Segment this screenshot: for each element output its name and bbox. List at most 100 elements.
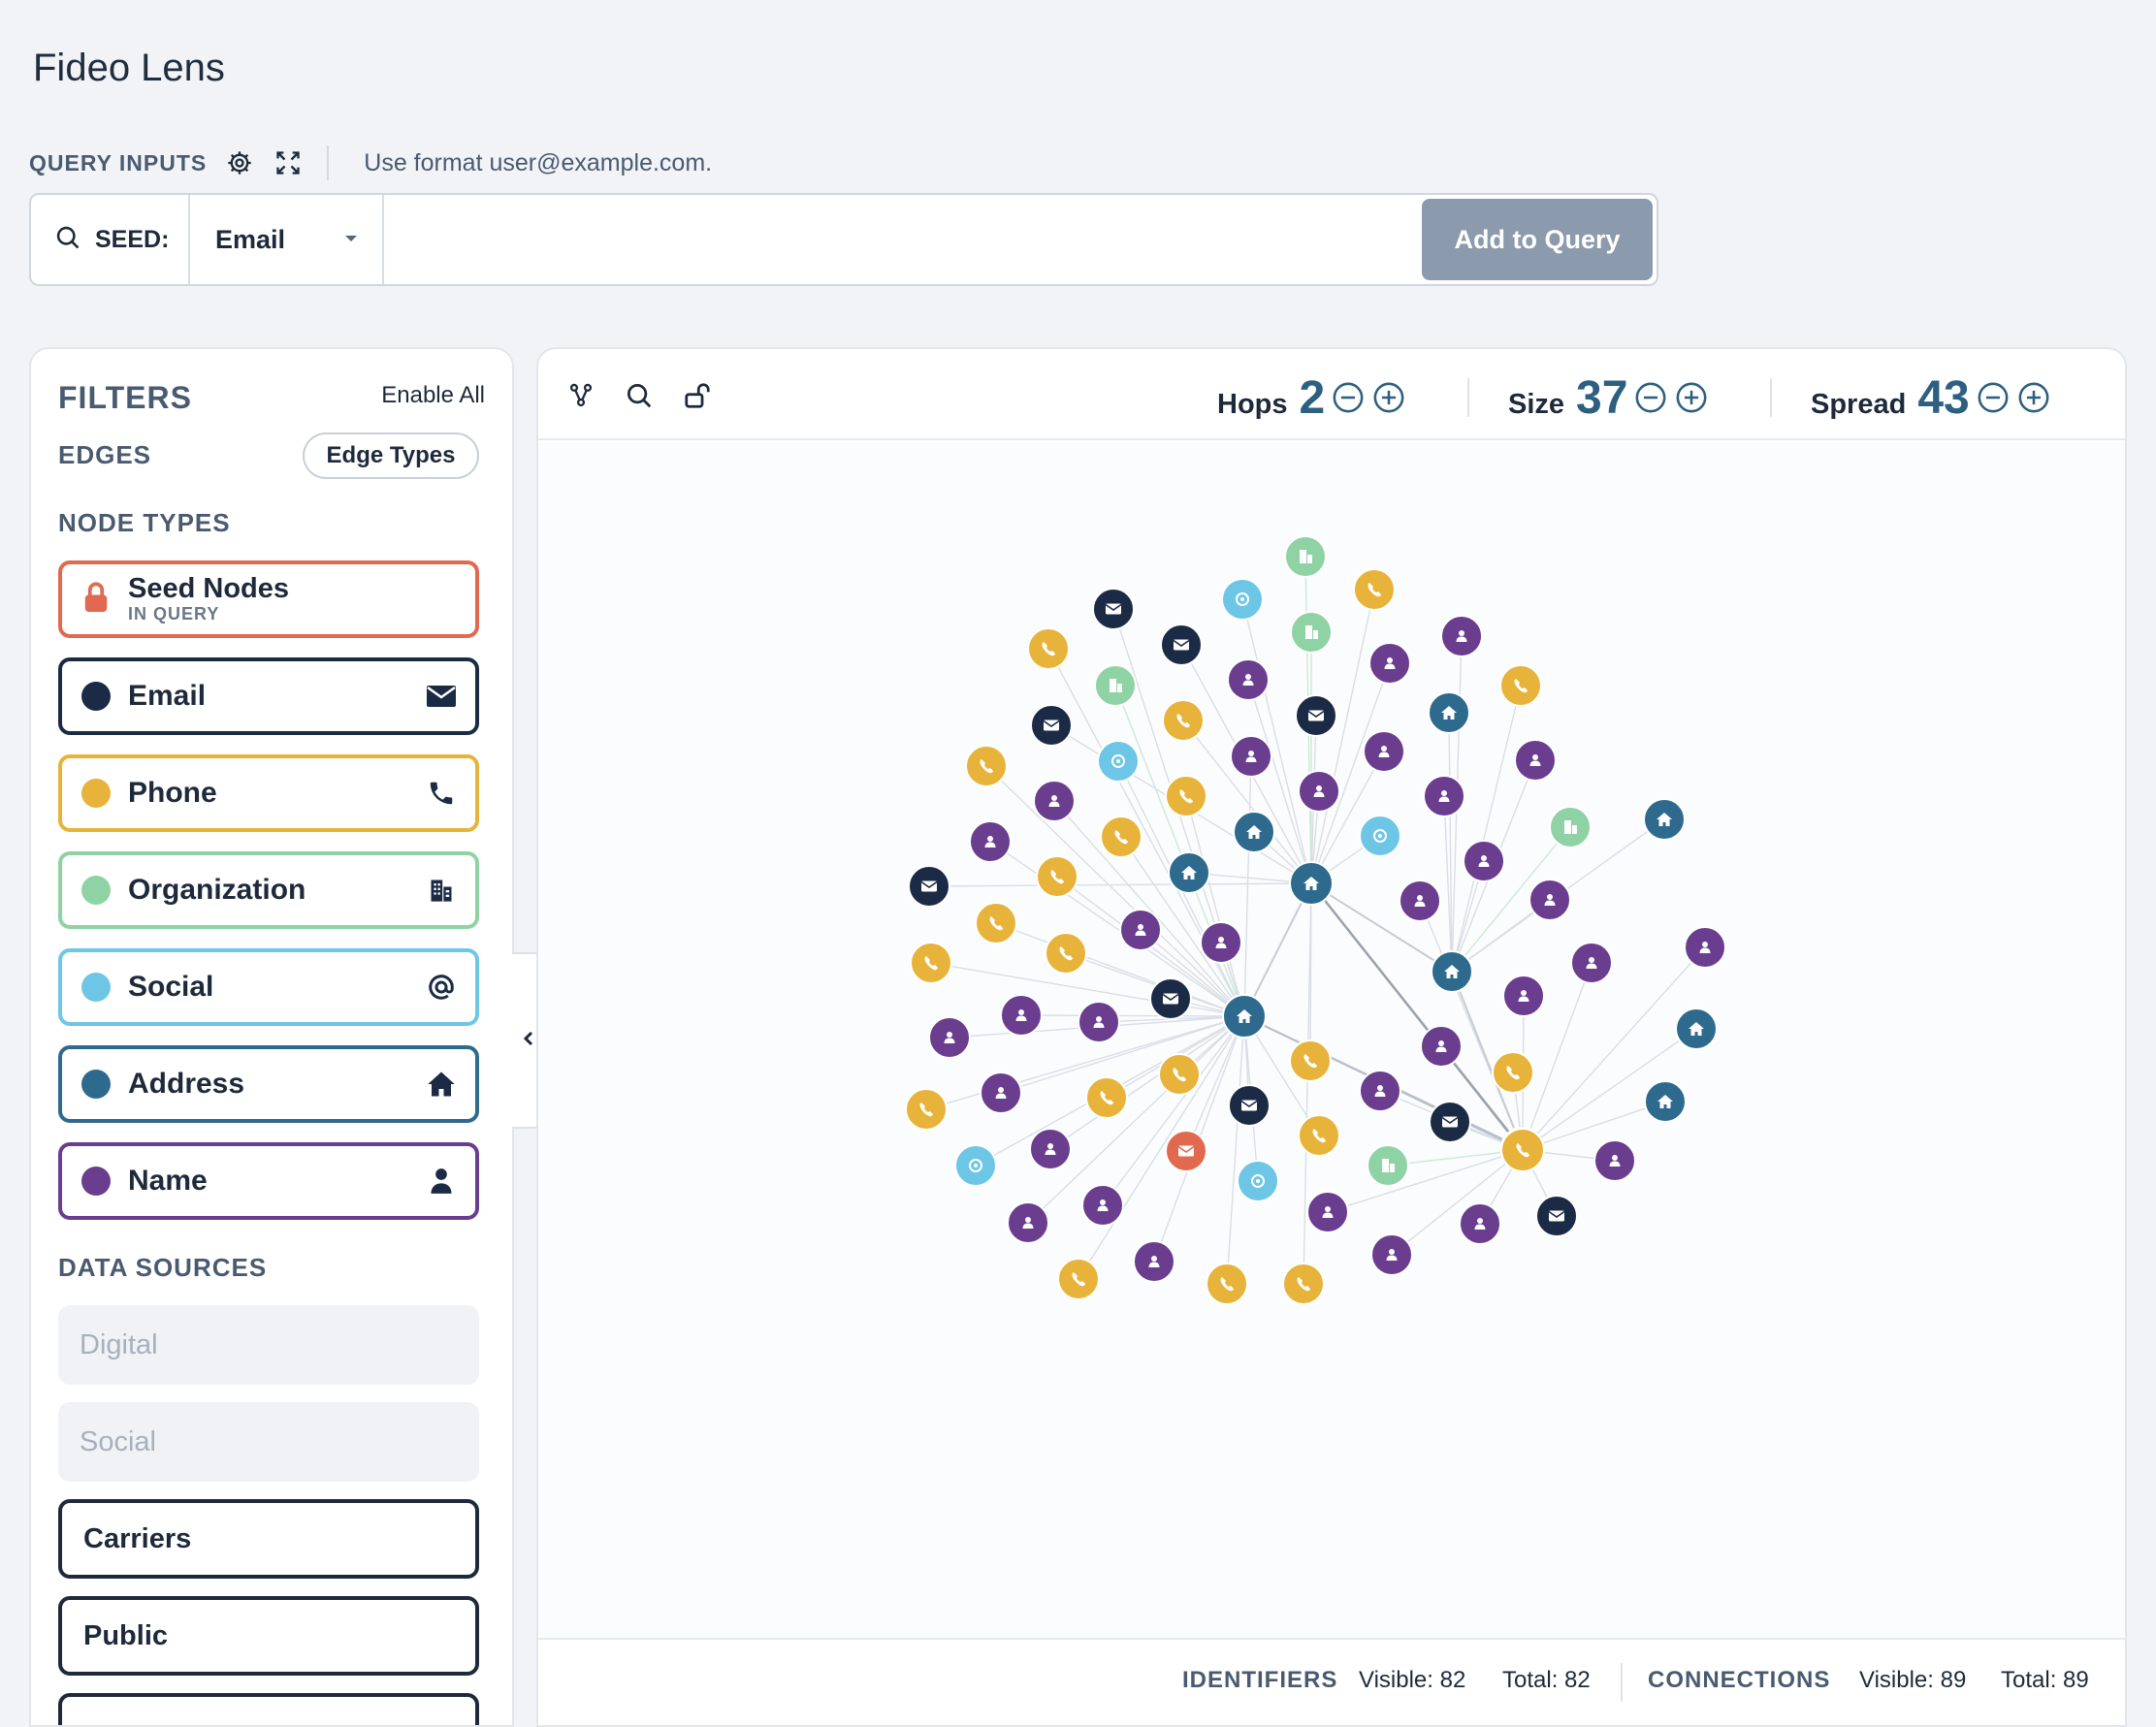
graph-node-name[interactable]	[1529, 879, 1571, 921]
graph-node-email[interactable]	[1149, 977, 1192, 1020]
data-source-digital[interactable]: Digital	[58, 1305, 479, 1385]
add-to-query-button[interactable]: Add to Query	[1422, 199, 1653, 280]
enable-all-link[interactable]: Enable All	[381, 382, 485, 409]
graph-node-phone[interactable]	[1206, 1263, 1248, 1305]
size-decrease-button[interactable]	[1633, 380, 1668, 415]
graph-node-name[interactable]	[1306, 1191, 1349, 1233]
unlock-icon[interactable]	[680, 378, 715, 413]
data-source-social[interactable]: Social	[58, 1402, 479, 1482]
graph-node-address[interactable]	[1233, 811, 1275, 853]
graph-node-phone[interactable]	[1045, 932, 1087, 975]
graph-node-name[interactable]	[1200, 921, 1242, 964]
graph-node-phone[interactable]	[1158, 1053, 1201, 1096]
graph-node-name[interactable]	[1227, 658, 1270, 701]
graph-node-address[interactable]	[1289, 861, 1334, 906]
expand-icon[interactable]	[273, 147, 304, 178]
graph-node-name[interactable]	[1078, 1001, 1120, 1043]
graph-node-phone[interactable]	[1162, 699, 1205, 742]
graph-node-social[interactable]	[954, 1144, 997, 1187]
hops-decrease-button[interactable]	[1331, 380, 1366, 415]
graph-node-address[interactable]	[1428, 691, 1470, 734]
graph-node-organization[interactable]	[1094, 664, 1137, 707]
graph-node-organization[interactable]	[1549, 806, 1592, 848]
graph-node-organization[interactable]	[1290, 611, 1333, 654]
spread-decrease-button[interactable]	[1976, 380, 2011, 415]
graph-node-phone[interactable]	[1353, 568, 1396, 611]
graph-node-name[interactable]	[1298, 770, 1340, 813]
graph-node-phone[interactable]	[975, 902, 1017, 944]
graph-node-name[interactable]	[1370, 1233, 1413, 1276]
graph-node-phone[interactable]	[1492, 1051, 1534, 1094]
zoom-search-icon[interactable]	[622, 378, 657, 413]
graph-node-name[interactable]	[1399, 879, 1441, 922]
node-type-seed[interactable]: Seed Nodes IN QUERY	[58, 560, 479, 638]
graph-node-name[interactable]	[1684, 926, 1726, 969]
graph-node-name[interactable]	[1514, 739, 1557, 782]
layout-icon[interactable]	[563, 378, 598, 413]
graph-node-name[interactable]	[1593, 1139, 1636, 1182]
edge-types-button[interactable]: Edge Types	[303, 432, 479, 479]
graph-node-phone[interactable]	[965, 745, 1008, 787]
graph-node-organization[interactable]	[1367, 1144, 1409, 1187]
spread-increase-button[interactable]	[2016, 380, 2051, 415]
graph-node-seed[interactable]	[1165, 1130, 1207, 1172]
node-type-social[interactable]: Social	[58, 948, 479, 1026]
graph-node-name[interactable]	[1359, 1070, 1401, 1112]
graph-node-name[interactable]	[1502, 975, 1545, 1017]
graph-node-name[interactable]	[1363, 730, 1405, 773]
graph-node-email[interactable]	[1092, 588, 1135, 630]
graph-node-name[interactable]	[1007, 1201, 1049, 1244]
graph-node-name[interactable]	[1570, 942, 1613, 984]
graph-node-phone[interactable]	[1100, 816, 1142, 858]
graph-node-address[interactable]	[1643, 798, 1686, 841]
graph-node-name[interactable]	[1119, 909, 1162, 951]
graph-node-phone[interactable]	[1282, 1263, 1325, 1305]
graph-node-name[interactable]	[1000, 994, 1043, 1037]
graph-node-phone[interactable]	[1298, 1114, 1340, 1157]
graph-node-name[interactable]	[980, 1071, 1022, 1114]
graph-node-social[interactable]	[1237, 1160, 1279, 1202]
graph-node-phone[interactable]	[1057, 1258, 1100, 1300]
data-source-more[interactable]	[58, 1693, 479, 1725]
size-increase-button[interactable]	[1674, 380, 1709, 415]
graph-node-name[interactable]	[1133, 1240, 1175, 1283]
graph-node-name[interactable]	[928, 1016, 971, 1059]
graph-node-phone[interactable]	[1165, 775, 1207, 817]
graph-node-address[interactable]	[1431, 950, 1473, 993]
graph-node-address[interactable]	[1222, 994, 1267, 1039]
graph-node-email[interactable]	[1429, 1101, 1471, 1143]
graph-node-name[interactable]	[1420, 1025, 1463, 1068]
graph-node-organization[interactable]	[1284, 535, 1327, 578]
graph-node-name[interactable]	[1440, 615, 1483, 657]
graph-node-phone[interactable]	[1289, 1039, 1332, 1082]
seed-input[interactable]	[384, 195, 1418, 284]
graph-node-address[interactable]	[1168, 851, 1210, 894]
gear-icon[interactable]	[224, 147, 255, 178]
graph-node-email[interactable]	[1535, 1195, 1578, 1237]
graph-node-address[interactable]	[1675, 1007, 1718, 1050]
graph-node-name[interactable]	[1423, 775, 1465, 817]
graph-node-email[interactable]	[1160, 624, 1203, 666]
node-type-address[interactable]: Address	[58, 1045, 479, 1123]
node-type-email[interactable]: Email	[58, 657, 479, 735]
graph-node-social[interactable]	[1221, 578, 1264, 621]
graph-node-name[interactable]	[1230, 735, 1272, 778]
graph-node-social[interactable]	[1097, 740, 1140, 783]
graph-node-social[interactable]	[1359, 815, 1401, 857]
graph-node-email[interactable]	[1030, 704, 1073, 747]
graph-node-name[interactable]	[1029, 1128, 1072, 1170]
node-type-organization[interactable]: Organization	[58, 851, 479, 929]
graph-node-address[interactable]	[1644, 1080, 1687, 1123]
seed-type-select[interactable]: Email	[190, 195, 384, 284]
graph-node-name[interactable]	[969, 820, 1012, 863]
graph-node-email[interactable]	[1228, 1084, 1271, 1127]
graph-node-phone[interactable]	[910, 942, 952, 984]
graph-node-name[interactable]	[1081, 1184, 1124, 1227]
graph-canvas[interactable]	[538, 442, 2125, 1645]
graph-node-phone[interactable]	[1036, 855, 1078, 898]
data-source-public[interactable]: Public	[58, 1596, 479, 1676]
node-type-name[interactable]: Name	[58, 1142, 479, 1220]
graph-node-name[interactable]	[1463, 840, 1505, 882]
network-graph[interactable]	[538, 442, 2127, 1645]
graph-node-phone[interactable]	[1499, 664, 1542, 707]
